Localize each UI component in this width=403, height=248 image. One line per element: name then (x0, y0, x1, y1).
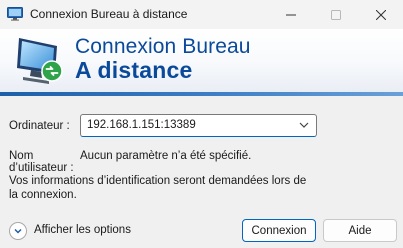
username-label: Nom d’utilisateur : (9, 150, 74, 174)
help-button-label: Aide (348, 224, 372, 237)
close-icon (375, 9, 386, 20)
app-icon (7, 7, 23, 21)
help-button[interactable]: Aide (323, 219, 397, 242)
close-button[interactable] (358, 0, 403, 29)
username-label-line2: d’utilisateur : (9, 162, 74, 174)
maximize-button[interactable] (313, 0, 358, 29)
connect-button-label: Connexion (251, 224, 307, 237)
banner-accent-stripe (0, 92, 403, 96)
username-value: Aucun paramètre n’a été spécifié. (80, 150, 252, 162)
computer-label-text: Ordinateur : (9, 120, 70, 132)
chevron-down-icon[interactable] (298, 119, 310, 131)
window-title: Connexion Bureau à distance (30, 7, 188, 21)
computer-label: Ordinateur : (9, 120, 70, 132)
computer-input[interactable]: 192.168.1.151:13389 (87, 119, 196, 131)
computer-combobox[interactable]: 192.168.1.151:13389 (80, 114, 317, 137)
credentials-info-text: Vos informations d’identification seront… (9, 175, 307, 201)
username-label-line1: Nom (9, 150, 34, 162)
banner-title-line2: A distance (75, 57, 193, 83)
title-bar[interactable]: Connexion Bureau à distance (0, 0, 403, 29)
connect-button[interactable]: Connexion (242, 219, 316, 242)
minimize-icon (285, 14, 296, 15)
minimize-button[interactable] (268, 0, 313, 29)
banner-title-line1: Connexion Bureau (75, 35, 251, 58)
chevron-down-icon (14, 228, 22, 234)
rdp-dialog: Connexion Bureau à distance Connexion Bu… (0, 0, 403, 248)
maximize-icon (330, 9, 341, 20)
header-banner: Connexion Bureau A distance (0, 29, 403, 92)
remote-desktop-monitor-icon (17, 38, 63, 84)
show-options-label[interactable]: Afficher les options (34, 224, 131, 236)
show-options-button[interactable] (9, 222, 27, 240)
